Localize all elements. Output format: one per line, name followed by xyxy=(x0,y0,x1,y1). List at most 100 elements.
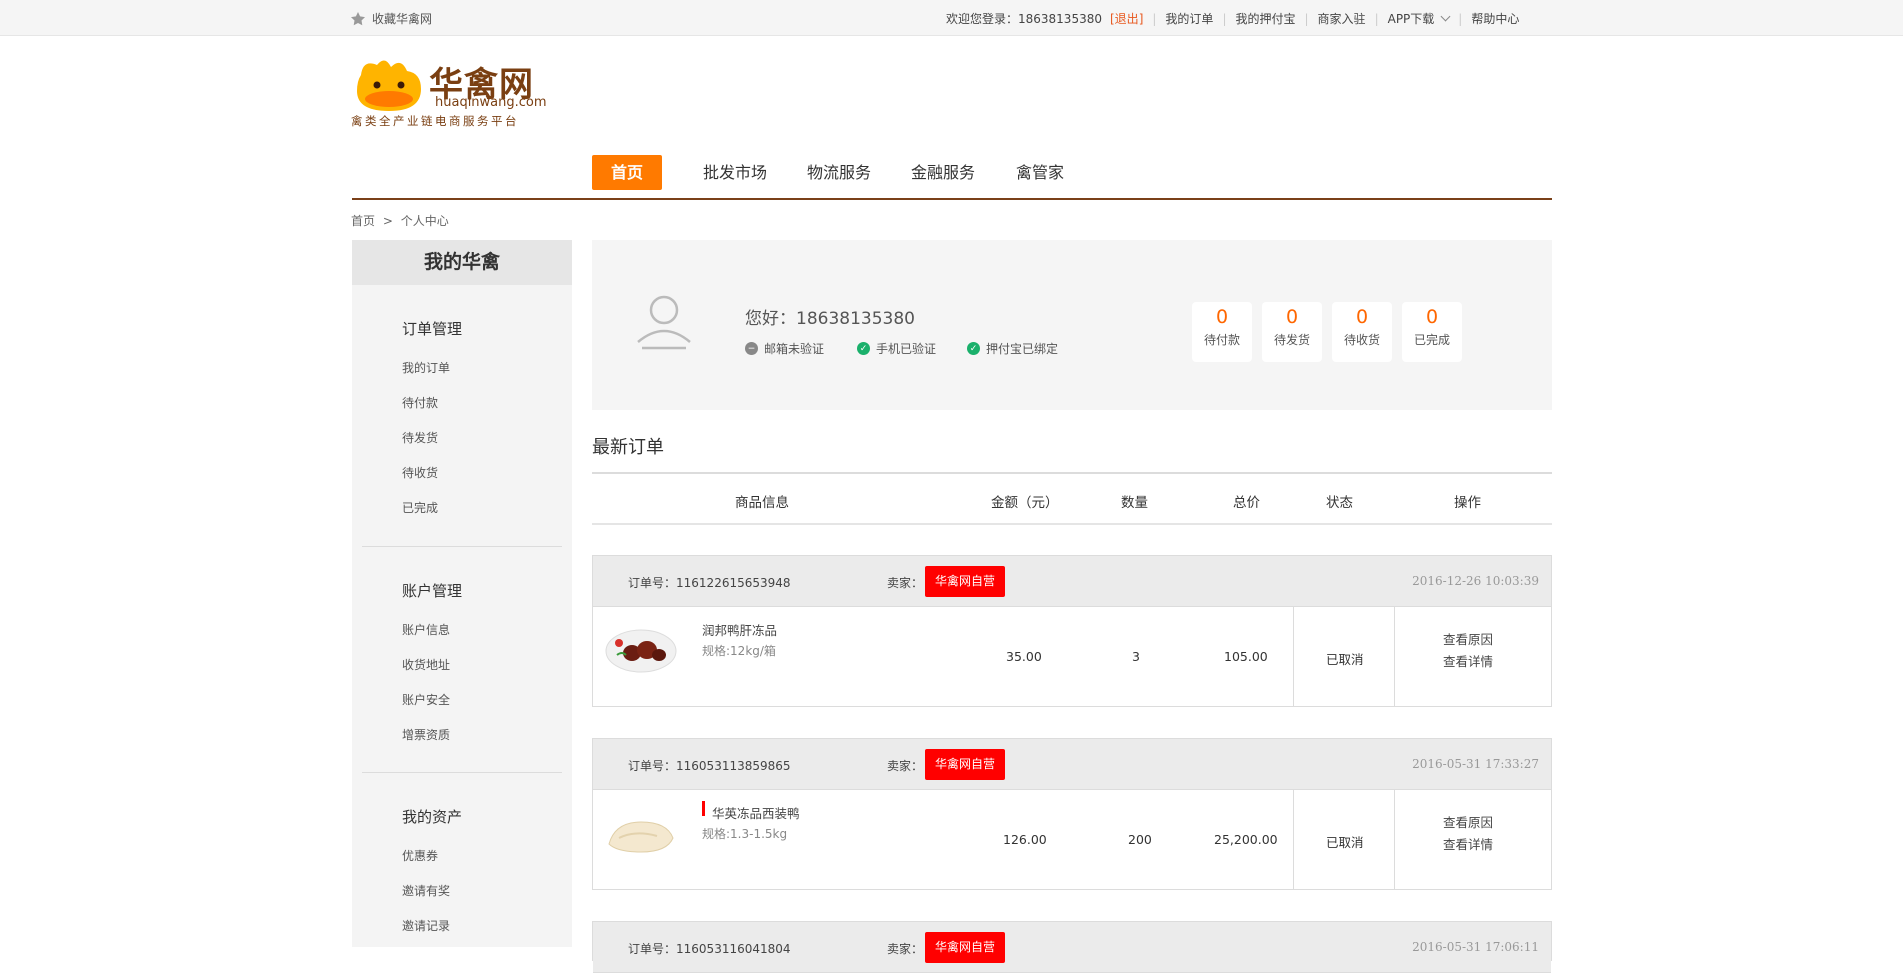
sidebar-divider xyxy=(362,772,562,773)
product-name[interactable]: 华英冻品西装鸭 xyxy=(712,803,800,822)
sidebar-item-account-info[interactable]: 账户信息 xyxy=(402,621,450,638)
product-image[interactable] xyxy=(605,625,677,673)
order-number: 116053116041804 xyxy=(676,942,791,956)
stat-pending-receipt[interactable]: 0 待收货 xyxy=(1332,302,1392,362)
sidebar-group-account: 账户管理 xyxy=(402,582,463,600)
sidebar-group-orders: 订单管理 xyxy=(402,320,463,338)
top-links: 欢迎您登录：18638135380 [退出] | 我的订单 | 我的押付宝 | … xyxy=(946,10,1520,27)
quantity: 200 xyxy=(1128,832,1152,847)
logout-link[interactable]: 退出 xyxy=(1115,10,1139,27)
seller-label: 卖家： xyxy=(887,759,924,773)
nav-wholesale[interactable]: 批发市场 xyxy=(703,155,767,190)
main-nav: 首页 批发市场 物流服务 金融服务 禽管家 xyxy=(352,155,1552,200)
my-yafubao-link[interactable]: 我的押付宝 xyxy=(1235,10,1295,27)
view-reason-link[interactable]: 查看原因 xyxy=(1443,629,1493,651)
email-verify-status: − 邮箱未验证 xyxy=(745,340,824,357)
col-qty: 数量 xyxy=(1121,495,1148,511)
sidebar-item-security[interactable]: 账户安全 xyxy=(402,691,450,708)
orders-table-header: 商品信息 金额（元） 数量 总价 状态 操作 xyxy=(592,472,1552,525)
merchant-join-link[interactable]: 商家入驻 xyxy=(1318,10,1366,27)
app-download-link[interactable]: APP下载 xyxy=(1388,10,1435,27)
col-actions: 操作 xyxy=(1454,495,1481,511)
order-header: 订单号：116053116041804 卖家： 华禽网自营 2016-05-31… xyxy=(593,922,1551,973)
order-card: 订单号：116053113859865 卖家： 华禽网自营 2016-05-31… xyxy=(592,738,1552,890)
my-orders-link[interactable]: 我的订单 xyxy=(1165,10,1213,27)
seller-label: 卖家： xyxy=(887,942,924,956)
product-spec: 规格:1.3-1.5kg xyxy=(702,827,788,841)
sidebar: 我的华禽 订单管理 我的订单 待付款 待发货 待收货 已完成 账户管理 账户信息… xyxy=(352,240,572,947)
latest-orders-title: 最新订单 xyxy=(592,437,664,458)
total-price: 105.00 xyxy=(1224,649,1268,664)
product-marker xyxy=(702,801,705,816)
sidebar-item-pending-payment[interactable]: 待付款 xyxy=(402,394,438,411)
view-reason-link[interactable]: 查看原因 xyxy=(1443,812,1493,834)
sidebar-item-invoice[interactable]: 增票资质 xyxy=(402,726,450,743)
order-status: 已取消 xyxy=(1326,652,1364,667)
sidebar-item-pending-shipment[interactable]: 待发货 xyxy=(402,429,438,446)
stat-completed[interactable]: 0 已完成 xyxy=(1402,302,1462,362)
sidebar-title: 我的华禽 xyxy=(352,240,572,285)
product-image[interactable] xyxy=(605,808,677,856)
phone-verify-status: ✓ 手机已验证 xyxy=(857,340,936,357)
nav-poultry-manager[interactable]: 禽管家 xyxy=(1016,155,1064,190)
unit-price: 126.00 xyxy=(1003,832,1047,847)
sidebar-item-invite-reward[interactable]: 邀请有奖 xyxy=(402,882,450,899)
nav-logistics[interactable]: 物流服务 xyxy=(807,155,871,190)
welcome-text: 欢迎您登录：18638135380 xyxy=(946,12,1102,26)
order-number: 116122615653948 xyxy=(676,576,791,590)
nav-home[interactable]: 首页 xyxy=(592,155,663,190)
favorite-label: 收藏华禽网 xyxy=(372,12,433,26)
order-card: 订单号：116053116041804 卖家： 华禽网自营 2016-05-31… xyxy=(592,921,1552,973)
sidebar-item-coupons[interactable]: 优惠券 xyxy=(402,847,438,864)
order-number: 116053113859865 xyxy=(676,759,791,773)
sidebar-divider xyxy=(362,546,562,547)
sidebar-group-assets: 我的资产 xyxy=(402,808,463,826)
help-center-link[interactable]: 帮助中心 xyxy=(1471,10,1519,27)
star-icon xyxy=(351,11,365,25)
order-item-row: 润邦鸭肝冻品 规格:12kg/箱 35.00 3 105.00 已取消 查看原因… xyxy=(593,607,1551,707)
logo-domain: huaqinwang.com xyxy=(435,95,547,110)
col-status: 状态 xyxy=(1326,495,1353,511)
breadcrumb: 首页 > 个人中心 xyxy=(351,214,449,228)
col-total: 总价 xyxy=(1233,495,1260,511)
sidebar-item-my-orders[interactable]: 我的订单 xyxy=(402,359,450,376)
view-details-link[interactable]: 查看详情 xyxy=(1443,834,1493,856)
order-time: 2016-05-31 17:06:11 xyxy=(1412,940,1539,954)
check-icon: ✓ xyxy=(857,342,870,355)
order-time: 2016-12-26 10:03:39 xyxy=(1412,574,1539,588)
nav-finance[interactable]: 金融服务 xyxy=(911,155,975,190)
sidebar-item-completed[interactable]: 已完成 xyxy=(402,499,438,516)
greeting: 您好：18638135380 xyxy=(745,309,915,329)
order-header: 订单号：116053113859865 卖家： 华禽网自营 2016-05-31… xyxy=(593,739,1551,790)
breadcrumb-current: 个人中心 xyxy=(400,214,449,228)
seller-badge[interactable]: 华禽网自营 xyxy=(925,749,1006,780)
stat-pending-shipment[interactable]: 0 待发货 xyxy=(1262,302,1322,362)
unit-price: 35.00 xyxy=(1006,649,1042,664)
quantity: 3 xyxy=(1132,649,1140,664)
sidebar-item-address[interactable]: 收货地址 xyxy=(402,656,450,673)
seller-label: 卖家： xyxy=(887,576,924,590)
minus-icon: − xyxy=(745,342,758,355)
stat-pending-payment[interactable]: 0 待付款 xyxy=(1192,302,1252,362)
total-price: 25,200.00 xyxy=(1214,832,1278,847)
logo-slogan: 禽类全产业链电商服务平台 xyxy=(351,114,519,128)
sidebar-item-invite-records[interactable]: 邀请记录 xyxy=(402,917,450,934)
order-header: 订单号：116122615653948 卖家： 华禽网自营 2016-12-26… xyxy=(593,556,1551,607)
order-time: 2016-05-31 17:33:27 xyxy=(1412,757,1539,771)
order-actions: 查看原因 查看详情 xyxy=(1443,629,1493,673)
seller-badge[interactable]: 华禽网自营 xyxy=(925,932,1006,963)
col-price: 金额（元） xyxy=(991,495,1059,511)
col-product: 商品信息 xyxy=(735,495,789,511)
site-logo[interactable]: 华禽网 huaqinwang.com 禽类全产业链电商服务平台 xyxy=(351,53,551,128)
order-status: 已取消 xyxy=(1326,835,1364,850)
product-name[interactable]: 润邦鸭肝冻品 xyxy=(702,620,777,639)
breadcrumb-home[interactable]: 首页 xyxy=(351,214,375,228)
product-spec: 规格:12kg/箱 xyxy=(702,644,776,658)
sidebar-item-pending-receipt[interactable]: 待收货 xyxy=(402,464,438,481)
top-bar: 收藏华禽网 欢迎您登录：18638135380 [退出] | 我的订单 | 我的… xyxy=(0,0,1903,36)
seller-badge[interactable]: 华禽网自营 xyxy=(925,566,1006,597)
favorite-link[interactable]: 收藏华禽网 xyxy=(350,10,432,27)
order-actions: 查看原因 查看详情 xyxy=(1443,812,1493,856)
view-details-link[interactable]: 查看详情 xyxy=(1443,651,1493,673)
duck-logo-icon xyxy=(357,60,421,111)
